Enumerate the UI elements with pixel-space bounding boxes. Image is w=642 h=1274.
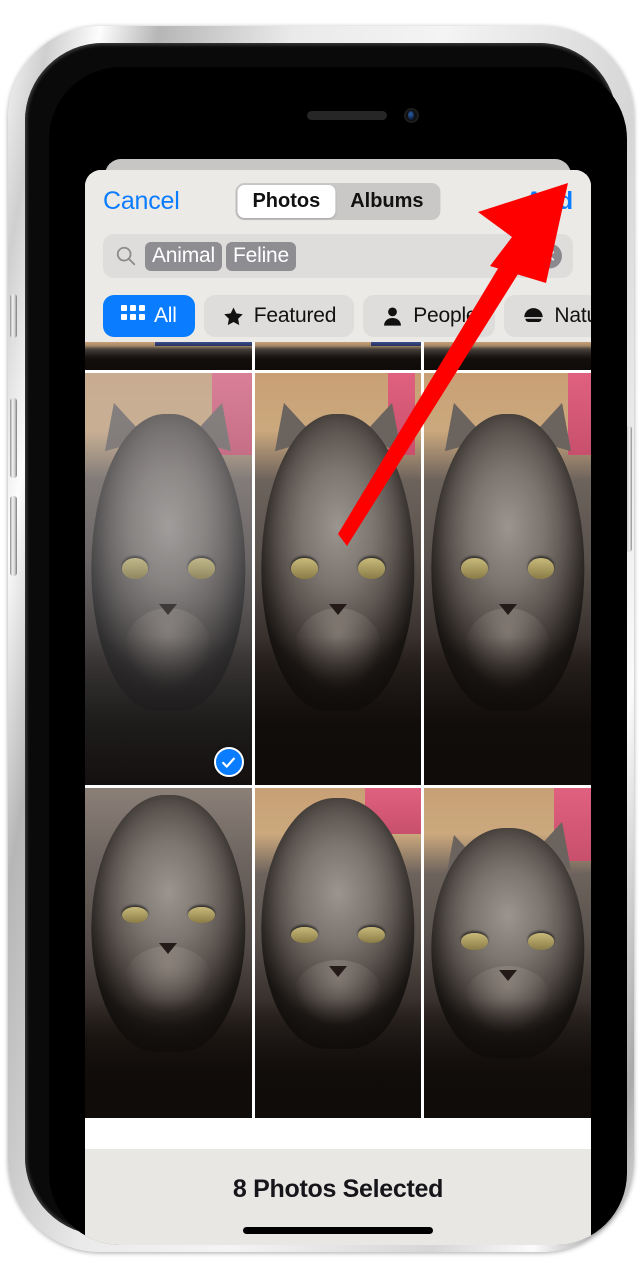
person-icon bbox=[384, 306, 402, 326]
volume-down-button[interactable] bbox=[10, 496, 17, 576]
source-segmented-control[interactable]: Photos Albums bbox=[235, 182, 441, 220]
filter-chip-row: All Featured People Nat bbox=[85, 290, 591, 342]
phone-bezel: Cancel Photos Albums Add Animal Feline A… bbox=[25, 43, 627, 1245]
filter-chip-featured[interactable]: Featured bbox=[203, 295, 355, 337]
tab-photos[interactable]: Photos bbox=[237, 184, 336, 218]
search-token-list: Animal Feline bbox=[145, 241, 296, 271]
filter-chip-nature[interactable]: Nature bbox=[504, 295, 591, 337]
filter-chip-label: Nature bbox=[554, 304, 591, 327]
filter-chip-label: All bbox=[154, 304, 177, 327]
photo-thumbnail[interactable] bbox=[254, 342, 422, 370]
add-button[interactable]: Add bbox=[525, 187, 573, 216]
front-camera-icon bbox=[404, 108, 419, 123]
search-bar-row: Animal Feline bbox=[85, 232, 591, 290]
volume-up-button[interactable] bbox=[10, 398, 17, 478]
filter-chip-label: People bbox=[413, 304, 478, 327]
search-token[interactable]: Animal bbox=[145, 241, 222, 271]
leaf-icon bbox=[524, 307, 544, 322]
earpiece-speaker bbox=[307, 111, 387, 120]
selection-count-label: 8 Photos Selected bbox=[232, 1175, 444, 1203]
filter-chip-all[interactable]: All bbox=[103, 295, 195, 337]
close-icon bbox=[544, 251, 555, 261]
filter-chip-people[interactable]: People bbox=[363, 295, 496, 337]
search-icon bbox=[116, 246, 136, 266]
search-input[interactable]: Animal Feline bbox=[103, 234, 573, 278]
silent-switch-button[interactable] bbox=[10, 294, 17, 338]
filter-chip-label: Featured bbox=[253, 304, 337, 327]
photo-thumbnail[interactable] bbox=[85, 373, 252, 785]
selected-checkmark-badge[interactable] bbox=[213, 747, 244, 777]
phone-device-frame: Cancel Photos Albums Add Animal Feline A… bbox=[8, 26, 634, 1252]
photo-thumbnail[interactable] bbox=[254, 373, 422, 785]
photo-picker-sheet: Cancel Photos Albums Add Animal Feline A… bbox=[85, 170, 591, 1245]
star-icon bbox=[223, 306, 243, 325]
photo-grid bbox=[85, 342, 591, 1149]
photo-thumbnail[interactable] bbox=[85, 788, 252, 1118]
home-indicator bbox=[243, 1227, 433, 1234]
photo-thumbnail[interactable] bbox=[85, 342, 252, 370]
photo-thumbnail[interactable] bbox=[254, 788, 422, 1118]
phone-screen: Cancel Photos Albums Add Animal Feline A… bbox=[49, 67, 627, 1245]
checkmark-icon bbox=[222, 757, 236, 768]
photo-thumbnail[interactable] bbox=[424, 373, 591, 785]
tab-albums[interactable]: Albums bbox=[335, 185, 438, 218]
clear-search-button[interactable] bbox=[537, 243, 562, 269]
cancel-button[interactable]: Cancel bbox=[103, 187, 180, 216]
photo-thumbnail[interactable] bbox=[424, 342, 591, 370]
grid-icon bbox=[121, 304, 145, 328]
sheet-toolbar: Cancel Photos Albums Add bbox=[85, 170, 591, 232]
search-token[interactable]: Feline bbox=[226, 241, 296, 271]
photo-thumbnail[interactable] bbox=[424, 788, 591, 1118]
